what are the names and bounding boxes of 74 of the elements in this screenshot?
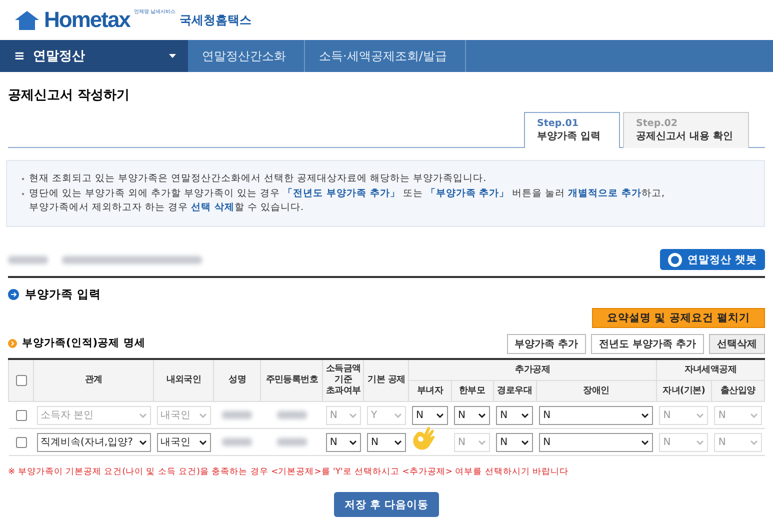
caret-icon (198, 440, 207, 444)
column-header: 장애인 (536, 380, 656, 402)
arrow-circle-icon (8, 289, 19, 300)
brand-logo: Hometax (44, 7, 130, 33)
dropdown-field[interactable]: N (539, 406, 654, 424)
dropdown-field[interactable]: 직계비속(자녀,입양? (36, 432, 151, 452)
caret-icon (198, 412, 207, 418)
column-header: 한부모 (451, 380, 494, 402)
redacted-text (222, 411, 252, 419)
table-action-button[interactable]: 선택삭제 (709, 334, 765, 354)
dropdown-field[interactable]: N (412, 406, 448, 424)
dropdown-field[interactable]: N (539, 432, 654, 452)
caret-icon (750, 412, 758, 418)
select-all-checkbox[interactable] (16, 375, 27, 386)
breadcrumb-link[interactable]: 연말정산간소화 (188, 40, 305, 72)
caret-icon (394, 440, 402, 444)
caret-icon (478, 412, 486, 418)
table-title: 부양가족(인적)공제 명세 (22, 336, 146, 350)
caret-icon (138, 440, 147, 444)
caret-icon (521, 440, 530, 444)
caret-icon (348, 412, 357, 418)
row-checkbox[interactable] (16, 436, 27, 448)
step-tab[interactable]: Step.02 공제신고서 내용 확인 (623, 112, 749, 148)
caret-icon (436, 412, 444, 418)
column-header: 자녀세액공제 (656, 359, 764, 380)
step-tab[interactable]: Step.01 부양가족 입력 (524, 112, 620, 148)
organization-name: 국세청홈택스 (180, 12, 252, 28)
page-title: 공제신고서 작성하기 (7, 87, 131, 104)
warning-text: ※ 부양가족이 기본공제 요건(나이 및 소득 요건)을 충족하는 경우 <기본공제>를 'Y'로 선택하시고 <추가공제> 여부를 선택하시기 바랍니다 (8, 466, 570, 478)
dropdown-field[interactable]: 내국인 (156, 432, 211, 452)
breadcrumb-link[interactable]: 소득·세액공제조회/발급 (305, 40, 466, 72)
column-header: 소득금액 기준 초과여부 (322, 359, 364, 402)
caret-icon (394, 412, 402, 418)
column-header: 추가공제 (408, 359, 656, 380)
dropdown-field[interactable]: N (326, 432, 361, 452)
notice-text: 명단에 있는 부양가족 외에 추가할 부양가족이 있는 경우 「전년도 부양가족 추가」 또는 「부양가족 추가」 버튼을 눌러 개별적으로 추가하고, 부양가족에서 제외하고자 하는 경우 선택 삭제할 수 있습니다. (29, 187, 666, 215)
table-action-button[interactable]: 전년도 부양가족 추가 (591, 334, 704, 354)
table-action-button[interactable]: 부양가족 추가 (506, 334, 586, 354)
column-header: 내외국인 (154, 359, 214, 402)
dropdown-field[interactable]: N (496, 406, 534, 424)
caret-icon (641, 440, 650, 444)
section-title: 부양가족 입력 (25, 287, 102, 302)
caret-icon (521, 412, 530, 418)
dropdown-icon (169, 54, 176, 58)
notice-text: 현재 조회되고 있는 부양가족은 연말정산간소화에서 선택한 공제대상자료에 해당하는 부양가족입니다. (29, 172, 488, 186)
caret-icon (696, 412, 704, 418)
redacted-text (8, 256, 48, 264)
expand-button[interactable]: 요약설명 및 공제요건 펼치기 (592, 308, 765, 328)
chatbot-button[interactable]: 연말정산 챗봇 (660, 249, 765, 270)
row-checkbox[interactable] (16, 410, 27, 420)
save-next-button[interactable]: 저장 후 다음이동 (334, 492, 439, 517)
column-header: 경로우대 (493, 380, 536, 402)
column-header: 주민등록번호 (260, 359, 323, 402)
caret-icon (138, 412, 147, 418)
redacted-text (276, 411, 307, 419)
section-menu[interactable]: ≡ 연말정산 (0, 40, 188, 72)
caret-icon (696, 440, 704, 444)
arrow-circle-icon (8, 338, 17, 348)
caret-icon (750, 440, 758, 444)
caret-icon (641, 412, 650, 418)
column-header: 출산입양 (711, 380, 764, 402)
column-header: 성명 (214, 359, 261, 402)
redacted-text (276, 438, 307, 446)
redacted-text (222, 438, 252, 446)
caret-icon (348, 440, 357, 444)
column-header: 자녀(기본) (656, 380, 712, 402)
house-logo-icon (14, 9, 40, 31)
caret-icon (478, 440, 486, 444)
dropdown-field[interactable]: N (366, 432, 406, 452)
column-header: 관계 (34, 359, 154, 402)
column-header: 기본 공제 (364, 359, 409, 402)
dropdown-field[interactable]: N (496, 432, 534, 452)
dropdown-field[interactable]: N (454, 406, 490, 424)
column-header: 부녀자 (408, 380, 452, 402)
